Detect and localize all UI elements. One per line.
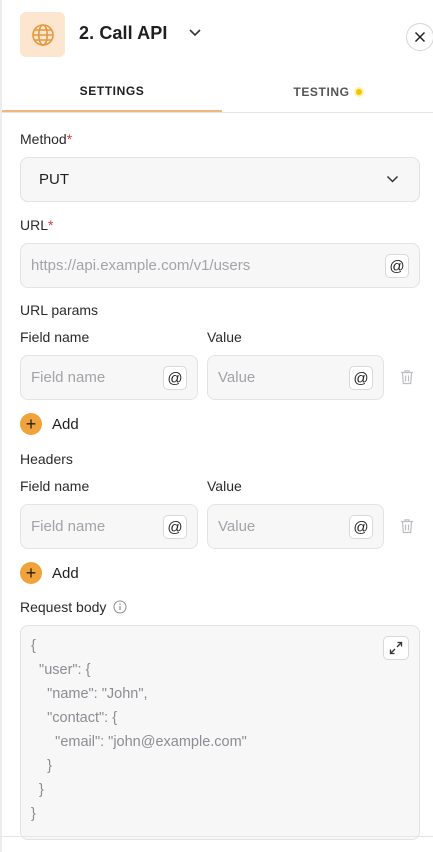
panel-left-border xyxy=(0,0,2,852)
code-line: "contact": { xyxy=(31,710,118,726)
add-url-param-button[interactable]: + Add xyxy=(20,413,79,435)
code-line: } xyxy=(31,782,44,798)
url-params-value-col: Value xyxy=(207,329,242,345)
url-params-field-col: Field name xyxy=(20,329,90,345)
tab-bar: SETTINGS TESTING xyxy=(2,72,433,113)
panel-header: 2. Call API xyxy=(20,12,433,58)
url-param-value-input[interactable]: Value @ xyxy=(207,355,384,400)
method-select[interactable]: PUT xyxy=(20,157,420,202)
close-button[interactable] xyxy=(406,23,433,51)
request-body-editor[interactable]: { "user": { "name": "John", "contact": {… xyxy=(20,625,420,840)
testing-status-dot xyxy=(355,89,362,95)
header-field-name-input[interactable]: Field name @ xyxy=(20,504,198,549)
trash-icon[interactable] xyxy=(400,518,414,534)
tab-settings-label: SETTINGS xyxy=(79,84,145,98)
code-line: "user": { xyxy=(31,662,91,678)
code-line: "name": "John", xyxy=(31,686,148,702)
code-line: { xyxy=(31,638,36,654)
info-icon[interactable] xyxy=(113,600,127,614)
insert-variable-button[interactable]: @ xyxy=(349,366,373,390)
expand-button[interactable] xyxy=(383,636,409,660)
tab-testing-label: TESTING xyxy=(293,85,350,99)
url-input[interactable]: https://api.example.com/v1/users @ xyxy=(20,243,420,288)
tab-settings[interactable]: SETTINGS xyxy=(2,72,222,112)
headers-label: Headers xyxy=(20,451,73,467)
code-line: } xyxy=(31,806,36,822)
step-title[interactable]: 2. Call API xyxy=(79,23,167,44)
method-value: PUT xyxy=(39,171,69,188)
close-icon xyxy=(414,31,426,43)
method-label: Method* xyxy=(20,131,73,147)
plus-icon: + xyxy=(20,562,42,584)
insert-variable-button[interactable]: @ xyxy=(163,366,187,390)
headers-field-col: Field name xyxy=(20,478,90,494)
plus-icon: + xyxy=(20,413,42,435)
code-line: "email": "john@example.com" xyxy=(31,734,247,750)
chevron-down-icon xyxy=(386,175,399,183)
globe-icon xyxy=(20,12,65,57)
add-header-button[interactable]: + Add xyxy=(20,562,79,584)
panel-bottom-border xyxy=(0,836,433,837)
header-value-input[interactable]: Value @ xyxy=(207,504,384,549)
insert-variable-button[interactable]: @ xyxy=(385,254,409,278)
url-label: URL* xyxy=(20,217,54,233)
url-params-label: URL params xyxy=(20,302,99,318)
trash-icon[interactable] xyxy=(400,369,414,385)
code-line: } xyxy=(31,758,52,774)
tab-testing[interactable]: TESTING xyxy=(222,72,433,112)
insert-variable-button[interactable]: @ xyxy=(349,515,373,539)
url-placeholder: https://api.example.com/v1/users xyxy=(31,257,251,274)
headers-value-col: Value xyxy=(207,478,242,494)
chevron-down-icon[interactable] xyxy=(188,28,202,38)
url-param-field-name-input[interactable]: Field name @ xyxy=(20,355,198,400)
request-body-label: Request body xyxy=(20,599,127,615)
insert-variable-button[interactable]: @ xyxy=(163,515,187,539)
expand-icon xyxy=(389,641,403,655)
